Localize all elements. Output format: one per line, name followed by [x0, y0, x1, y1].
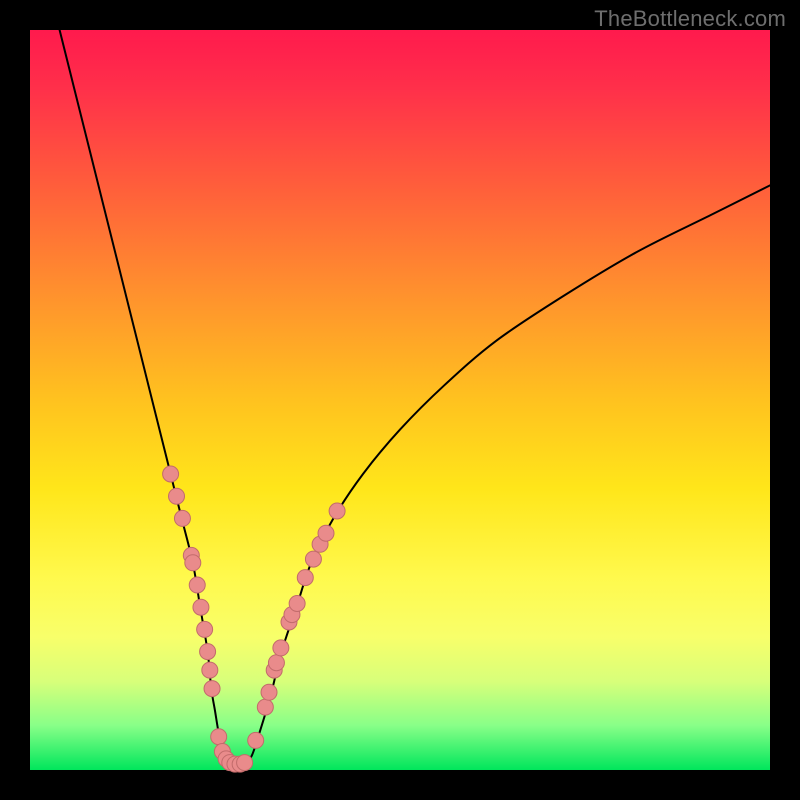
scatter-point	[189, 577, 205, 593]
chart-frame: TheBottleneck.com	[0, 0, 800, 800]
scatter-point	[289, 596, 305, 612]
scatter-point	[329, 503, 345, 519]
scatter-point	[185, 555, 201, 571]
scatter-point	[204, 681, 220, 697]
scatter-point	[193, 599, 209, 615]
scatter-point	[257, 699, 273, 715]
scatter-point	[268, 655, 284, 671]
scatter-point	[163, 466, 179, 482]
scatter-point	[305, 551, 321, 567]
curve-right-branch	[245, 185, 770, 766]
scatter-point	[273, 640, 289, 656]
scatter-point	[169, 488, 185, 504]
chart-overlay	[30, 30, 770, 770]
scatter-point	[202, 662, 218, 678]
plot-area	[30, 30, 770, 770]
scatter-point	[174, 510, 190, 526]
scatter-point	[211, 729, 227, 745]
scatter-point	[200, 644, 216, 660]
scatter-point	[248, 732, 264, 748]
scatter-point	[318, 525, 334, 541]
scatter-point	[237, 755, 253, 771]
scatter-point	[261, 684, 277, 700]
scatter-point	[297, 570, 313, 586]
watermark-label: TheBottleneck.com	[594, 6, 786, 32]
scatter-point	[197, 621, 213, 637]
